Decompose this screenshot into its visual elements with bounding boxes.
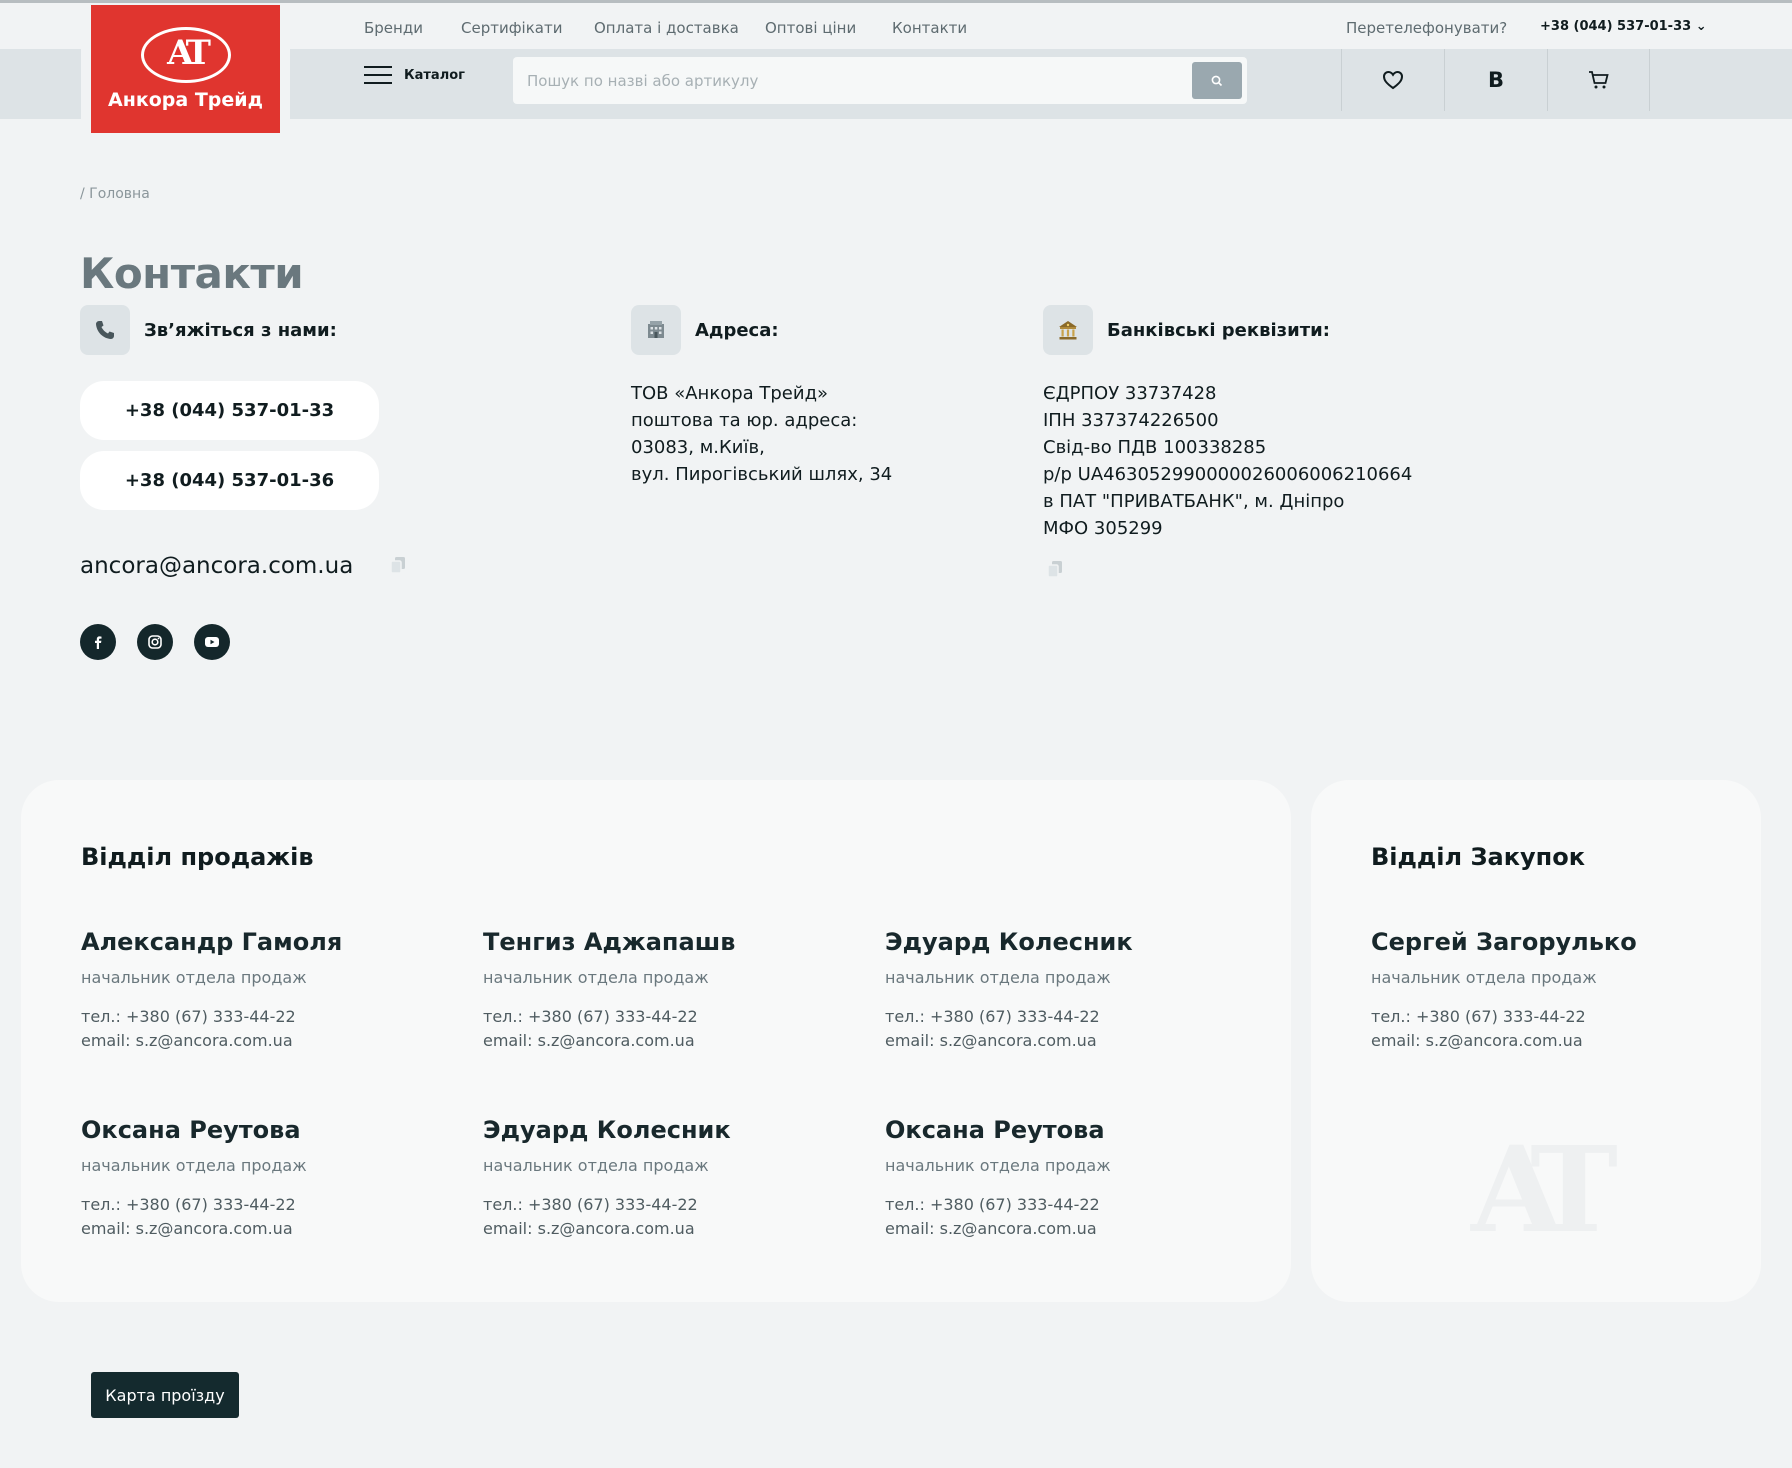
person-role: начальник отдела продаж xyxy=(885,1156,1111,1175)
address-heading: Адреса: xyxy=(631,305,779,355)
address-text: ТОВ «Анкора Трейд» поштова та юр. адреса… xyxy=(631,380,892,488)
purchase-person-card: Сергей Загорулько начальник отдела прода… xyxy=(1371,928,1731,1053)
address-line: ТОВ «Анкора Трейд» xyxy=(631,383,829,404)
bank-line: ІПН 337374226500 xyxy=(1043,410,1219,431)
person-phone[interactable]: тел.: +380 (67) 333-44-22 xyxy=(81,1005,441,1029)
sales-department-panel: Відділ продажів Александр Гамоля начальн… xyxy=(21,780,1291,1302)
purchase-department-panel: Відділ Закупок Сергей Загорулько начальн… xyxy=(1311,780,1761,1302)
person-name: Оксана Реутова xyxy=(81,1116,301,1144)
social-links xyxy=(80,624,230,660)
search-box xyxy=(513,57,1247,104)
sales-person-card: Александр Гамоля начальник отдела продаж… xyxy=(81,928,441,1053)
search-icon xyxy=(1211,75,1223,86)
catalog-menu-button[interactable]: Каталог xyxy=(364,66,465,84)
language-label: B xyxy=(1487,68,1504,92)
bank-icon xyxy=(1043,305,1093,355)
heart-icon xyxy=(1382,70,1404,90)
person-role: начальник отдела продаж xyxy=(885,968,1111,987)
nav-link-wholesale-prices[interactable]: Оптові ціни xyxy=(765,19,856,37)
purchase-title: Відділ Закупок xyxy=(1371,843,1585,871)
contact-heading: Зв’яжіться з нами: xyxy=(80,305,337,355)
sales-person-card: Тенгиз Аджапашв начальник отдела продаж … xyxy=(483,928,843,1053)
person-role: начальник отдела продаж xyxy=(483,1156,709,1175)
person-email[interactable]: email: s.z@ancora.com.ua xyxy=(885,1217,1245,1241)
facebook-icon[interactable] xyxy=(80,624,116,660)
person-phone[interactable]: тел.: +380 (67) 333-44-22 xyxy=(885,1193,1245,1217)
person-role: начальник отдела продаж xyxy=(1371,968,1597,987)
person-phone[interactable]: тел.: +380 (67) 333-44-22 xyxy=(483,1193,843,1217)
sales-person-card: Оксана Реутова начальник отдела продаж т… xyxy=(81,1116,441,1241)
callback-link[interactable]: Перетелефонувати? xyxy=(1346,19,1507,37)
youtube-icon[interactable] xyxy=(194,624,230,660)
cart-icon xyxy=(1588,71,1609,89)
nav-link-certificates[interactable]: Сертифікати xyxy=(461,19,562,37)
person-name: Эдуард Колесник xyxy=(483,1116,731,1144)
person-email[interactable]: email: s.z@ancora.com.ua xyxy=(1371,1029,1731,1053)
sales-person-card: Эдуард Колесник начальник отдела продаж … xyxy=(483,1116,843,1241)
address-title: Адреса: xyxy=(695,319,779,341)
person-phone[interactable]: тел.: +380 (67) 333-44-22 xyxy=(885,1005,1245,1029)
bank-line: р/р UA463052990000026006006210664 xyxy=(1043,464,1413,485)
page-title: Контакти xyxy=(80,249,304,298)
bank-title: Банківські реквізити: xyxy=(1107,319,1330,341)
nav-link-contacts[interactable]: Контакти xyxy=(892,19,967,37)
phone-icon xyxy=(80,305,130,355)
person-email[interactable]: email: s.z@ancora.com.ua xyxy=(885,1029,1245,1053)
person-name: Александр Гамоля xyxy=(81,928,343,956)
sales-title: Відділ продажів xyxy=(81,843,314,871)
person-phone[interactable]: тел.: +380 (67) 333-44-22 xyxy=(1371,1005,1731,1029)
address-line: поштова та юр. адреса: xyxy=(631,410,858,431)
address-line: 03083, м.Київ, xyxy=(631,437,765,458)
person-role: начальник отдела продаж xyxy=(81,1156,307,1175)
person-phone[interactable]: тел.: +380 (67) 333-44-22 xyxy=(81,1193,441,1217)
person-name: Оксана Реутова xyxy=(885,1116,1105,1144)
bank-line: ЄДРПОУ 33737428 xyxy=(1043,383,1217,404)
hamburger-icon xyxy=(364,66,392,84)
address-line: вул. Пирогівський шлях, 34 xyxy=(631,464,893,485)
wishlist-button[interactable] xyxy=(1341,49,1444,111)
bank-line: в ПАТ "ПРИВАТБАНК", м. Дніпро xyxy=(1043,491,1345,512)
logo-text: Анкора Трейд xyxy=(108,89,263,111)
person-name: Эдуард Колесник xyxy=(885,928,1133,956)
copy-icon[interactable] xyxy=(390,556,406,578)
logo-frame-right xyxy=(280,49,290,119)
header-phone-dropdown[interactable]: +38 (044) 537-01-33 ⌄ xyxy=(1540,19,1707,34)
person-name: Тенгиз Аджапашв xyxy=(483,928,736,956)
logo-frame-left xyxy=(81,49,91,119)
sales-person-card: Оксана Реутова начальник отдела продаж т… xyxy=(885,1116,1245,1241)
person-role: начальник отдела продаж xyxy=(483,968,709,987)
bank-heading: Банківські реквізити: xyxy=(1043,305,1330,355)
person-role: начальник отдела продаж xyxy=(81,968,307,987)
sales-person-card: Эдуард Колесник начальник отдела продаж … xyxy=(885,928,1245,1053)
person-email[interactable]: email: s.z@ancora.com.ua xyxy=(483,1029,843,1053)
search-button[interactable] xyxy=(1192,62,1242,99)
bank-details: ЄДРПОУ 33737428 ІПН 337374226500 Свід-во… xyxy=(1043,380,1412,542)
instagram-icon[interactable] xyxy=(137,624,173,660)
building-icon xyxy=(631,305,681,355)
person-phone[interactable]: тел.: +380 (67) 333-44-22 xyxy=(483,1005,843,1029)
logo-mark: AT xyxy=(167,33,211,73)
breadcrumb[interactable]: / Головна xyxy=(80,186,150,202)
contact-email[interactable]: ancora@ancora.com.ua xyxy=(80,553,353,579)
person-email[interactable]: email: s.z@ancora.com.ua xyxy=(483,1217,843,1241)
logo-watermark: AT xyxy=(1471,1120,1618,1259)
bank-line: МФО 305299 xyxy=(1043,518,1163,539)
nav-link-payment-delivery[interactable]: Оплата і доставка xyxy=(594,19,739,37)
route-map-button[interactable]: Карта проїзду xyxy=(91,1372,239,1418)
phone-button-2[interactable]: +38 (044) 537-01-36 xyxy=(80,451,379,510)
person-email[interactable]: email: s.z@ancora.com.ua xyxy=(81,1217,441,1241)
contact-title: Зв’яжіться з нами: xyxy=(144,319,337,341)
person-email[interactable]: email: s.z@ancora.com.ua xyxy=(81,1029,441,1053)
cart-button[interactable] xyxy=(1547,49,1650,111)
bank-line: Свід-во ПДВ 100338285 xyxy=(1043,437,1267,458)
catalog-label: Каталог xyxy=(404,67,465,83)
copy-bank-icon[interactable] xyxy=(1047,560,1063,582)
search-input[interactable] xyxy=(527,57,1187,104)
phone-button-1[interactable]: +38 (044) 537-01-33 xyxy=(80,381,379,440)
language-switch[interactable]: B xyxy=(1444,49,1547,111)
nav-link-brands[interactable]: Бренди xyxy=(364,19,423,37)
site-logo[interactable]: AT Анкора Трейд xyxy=(91,5,280,133)
person-name: Сергей Загорулько xyxy=(1371,928,1637,956)
